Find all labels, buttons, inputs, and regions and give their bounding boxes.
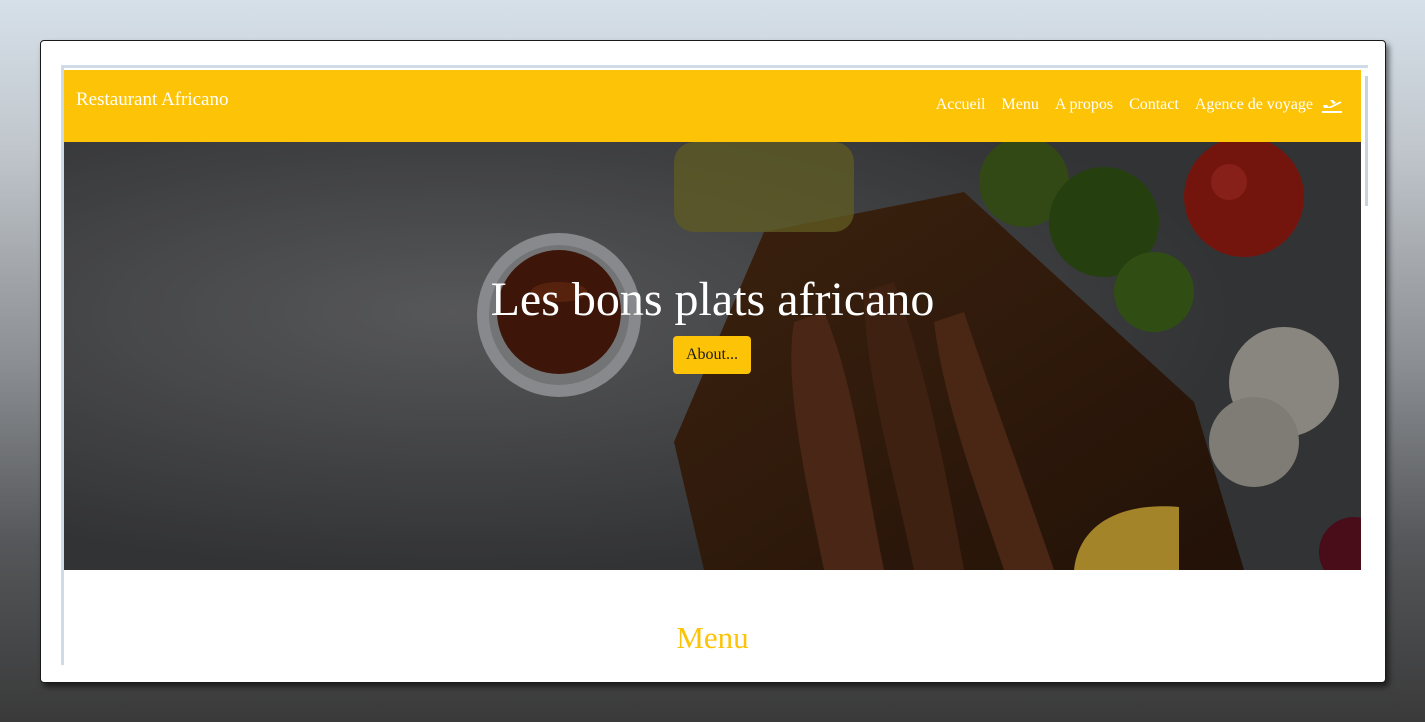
nav-link-contact[interactable]: Contact: [1129, 96, 1179, 114]
hero-title: Les bons plats africano: [490, 273, 935, 326]
nav-link-menu[interactable]: Menu: [1002, 96, 1039, 114]
about-button[interactable]: About...: [673, 336, 751, 374]
browser-frame: Restaurant Africano Accueil Menu A propo…: [40, 40, 1386, 683]
nav-links: Accueil Menu A propos Contact Agence de …: [936, 96, 1343, 114]
nav-link-a-propos[interactable]: A propos: [1055, 96, 1113, 114]
hero-banner: Les bons plats africano About...: [64, 142, 1361, 570]
nav-link-accueil[interactable]: Accueil: [936, 96, 986, 114]
brand-logo-text[interactable]: Restaurant Africano: [76, 89, 228, 111]
nav-link-agence-de-voyage[interactable]: Agence de voyage: [1195, 96, 1343, 114]
scrollbar[interactable]: [1365, 76, 1368, 206]
page-viewport: Restaurant Africano Accueil Menu A propo…: [61, 65, 1368, 665]
plane-departure-icon: [1321, 96, 1343, 114]
menu-section-title: Menu: [676, 620, 749, 655]
nav-link-agence-label: Agence de voyage: [1194, 96, 1313, 113]
top-navbar: Restaurant Africano Accueil Menu A propo…: [64, 70, 1361, 142]
